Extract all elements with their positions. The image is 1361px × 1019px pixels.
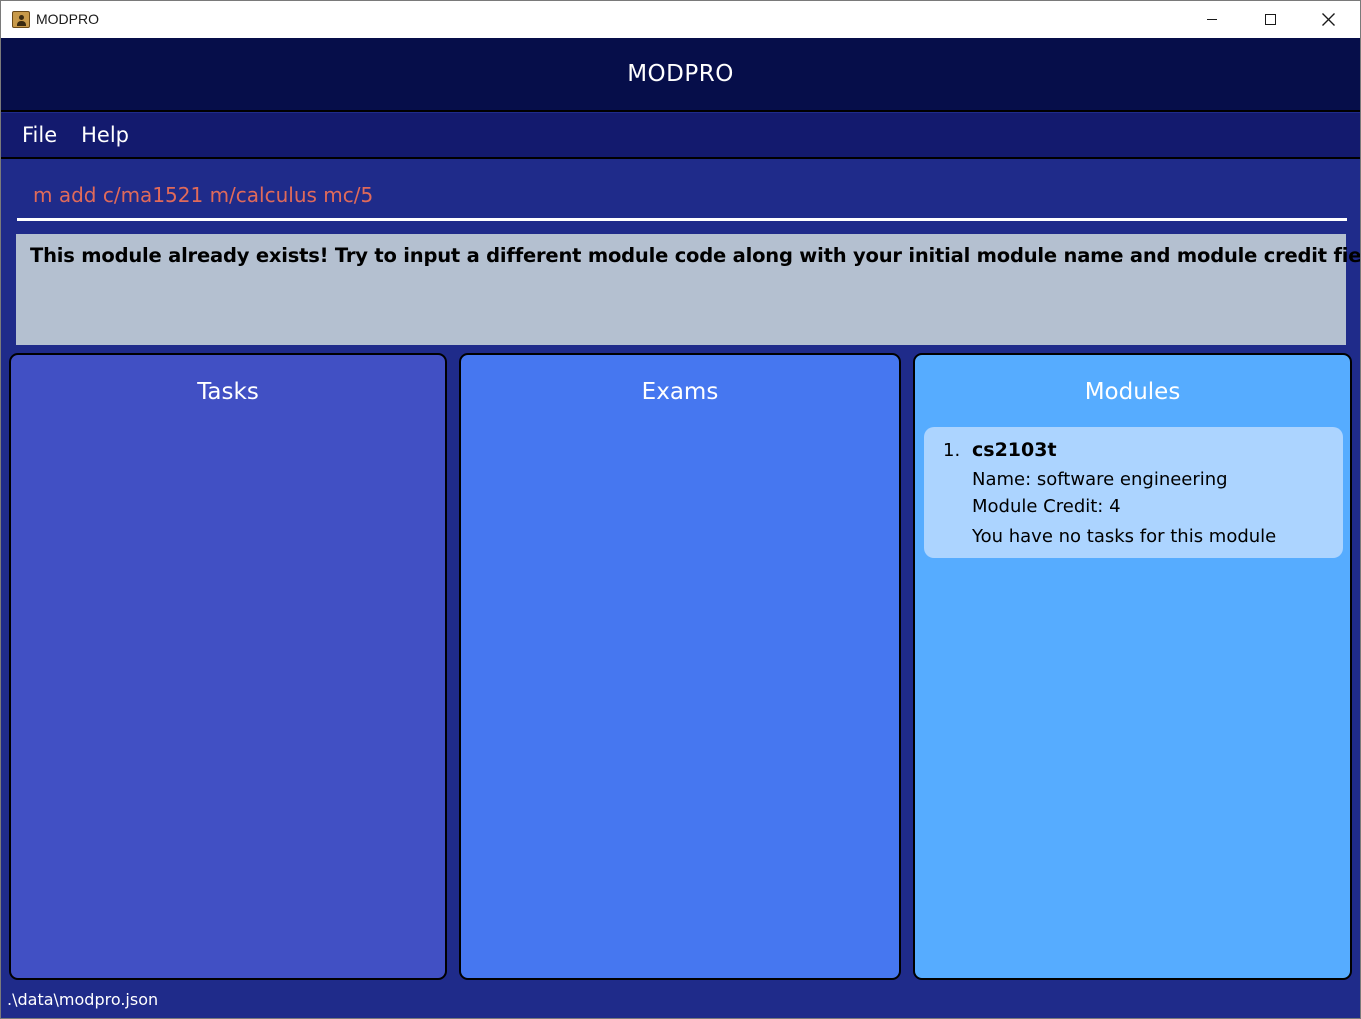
- tasks-panel[interactable]: Tasks: [9, 353, 447, 980]
- tasks-panel-title: Tasks: [197, 379, 259, 405]
- module-index: 1.: [943, 440, 961, 461]
- module-tasks-status: You have no tasks for this module: [972, 526, 1277, 547]
- menu-help[interactable]: Help: [81, 123, 129, 147]
- close-icon: [1321, 13, 1335, 26]
- module-card[interactable]: 1. cs2103t Name: software engineering Mo…: [924, 427, 1343, 558]
- module-name: Name: software engineering: [972, 469, 1228, 490]
- window-title: MODPRO: [36, 11, 99, 27]
- menu-bar: File Help: [1, 113, 1360, 159]
- menu-file[interactable]: File: [22, 123, 57, 147]
- maximize-icon: [1264, 14, 1276, 25]
- exams-panel-title: Exams: [641, 379, 719, 405]
- command-input[interactable]: [17, 169, 1347, 218]
- app-window: MODPRO MODPRO File Help This module alre…: [0, 0, 1361, 1019]
- maximize-button[interactable]: [1241, 1, 1299, 38]
- module-code: cs2103t: [972, 439, 1057, 461]
- title-bar: MODPRO: [1, 1, 1360, 38]
- command-box: [17, 169, 1347, 221]
- minimize-button[interactable]: [1183, 1, 1241, 38]
- app-icon: [12, 11, 30, 28]
- close-button[interactable]: [1299, 1, 1357, 38]
- app-header-title: MODPRO: [627, 61, 734, 87]
- minimize-icon: [1207, 19, 1217, 20]
- status-bar-path: .\data\modpro.json: [7, 990, 159, 1009]
- module-credit: Module Credit: 4: [972, 496, 1121, 517]
- app-header: MODPRO: [1, 38, 1360, 112]
- result-display: This module already exists! Try to input…: [16, 234, 1361, 345]
- result-message: This module already exists! Try to input…: [30, 244, 1361, 267]
- modules-panel[interactable]: Modules 1. cs2103t Name: software engine…: [913, 353, 1352, 980]
- exams-panel[interactable]: Exams: [459, 353, 901, 980]
- modules-panel-title: Modules: [1084, 379, 1181, 405]
